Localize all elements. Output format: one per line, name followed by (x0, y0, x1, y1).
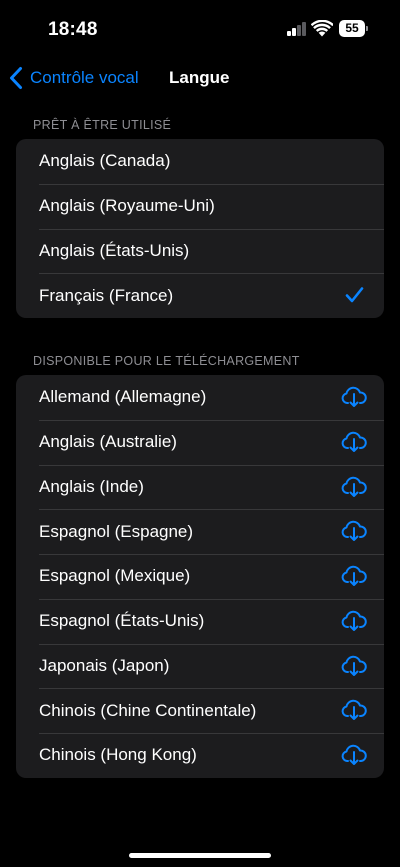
status-time: 18:48 (48, 19, 98, 40)
language-row[interactable]: Chinois (Chine Continentale) (16, 688, 384, 733)
icloud-download-icon[interactable] (341, 520, 367, 542)
checkmark-icon (345, 287, 364, 303)
icloud-download-icon[interactable] (341, 565, 367, 587)
language-label: Japonais (Japon) (39, 655, 170, 675)
icloud-download-icon[interactable] (341, 476, 367, 498)
cellular-signal-icon (287, 22, 307, 36)
navigation-bar: Contrôle vocal Langue (0, 58, 400, 98)
language-label: Anglais (Canada) (39, 151, 171, 171)
language-label: Allemand (Allemagne) (39, 387, 207, 407)
battery-level: 55 (339, 20, 365, 37)
language-label: Espagnol (Espagne) (39, 521, 194, 541)
status-bar: 18:48 55 (0, 0, 400, 56)
language-label: Anglais (Australie) (39, 432, 177, 452)
back-button-label: Contrôle vocal (30, 68, 139, 87)
icloud-download-icon[interactable] (341, 610, 367, 632)
page-title: Langue (169, 68, 230, 87)
language-row[interactable]: Anglais (Inde) (16, 464, 384, 510)
language-label: Espagnol (Mexique) (39, 566, 191, 586)
icloud-download-icon[interactable] (341, 655, 367, 677)
language-row[interactable]: Allemand (Allemagne) (16, 375, 384, 420)
back-button[interactable]: Contrôle vocal (8, 64, 139, 92)
language-row[interactable]: Anglais (Canada) (16, 139, 384, 184)
language-row[interactable]: Espagnol (Espagne) (16, 509, 384, 554)
battery-icon: 55 (339, 20, 368, 37)
icloud-download-icon[interactable] (341, 744, 367, 766)
language-row[interactable]: Anglais (Royaume-Uni) (16, 183, 384, 229)
ready-languages-list: Anglais (Canada) Anglais (Royaume-Uni) A… (16, 139, 384, 318)
language-label: Anglais (États-Unis) (39, 240, 190, 260)
language-row[interactable]: Espagnol (États-Unis) (16, 598, 384, 644)
language-row[interactable]: Espagnol (Mexique) (16, 554, 384, 599)
section-header-download: DISPONIBLE POUR LE TÉLÉCHARGEMENT (33, 354, 300, 368)
icloud-download-icon[interactable] (341, 699, 367, 721)
language-row[interactable]: Anglais (Australie) (16, 419, 384, 465)
language-row[interactable]: Anglais (États-Unis) (16, 228, 384, 274)
icloud-download-icon[interactable] (341, 431, 367, 453)
language-label: Anglais (Inde) (39, 476, 144, 496)
downloadable-languages-list: Allemand (Allemagne) Anglais (Australie)… (16, 375, 384, 778)
language-row[interactable]: Chinois (Hong Kong) (16, 733, 384, 778)
section-header-ready: PRÊT À ÊTRE UTILISÉ (33, 118, 172, 132)
language-label: Français (France) (39, 285, 174, 305)
language-label: Anglais (Royaume-Uni) (39, 196, 215, 216)
language-row-selected[interactable]: Français (France) (16, 273, 384, 318)
language-label: Chinois (Hong Kong) (39, 745, 197, 765)
icloud-download-icon[interactable] (341, 386, 367, 408)
language-label: Chinois (Chine Continentale) (39, 700, 257, 720)
chevron-left-icon (10, 67, 22, 89)
wifi-icon (311, 20, 333, 37)
home-indicator[interactable] (129, 853, 271, 858)
language-label: Espagnol (États-Unis) (39, 611, 205, 631)
language-row[interactable]: Japonais (Japon) (16, 643, 384, 689)
